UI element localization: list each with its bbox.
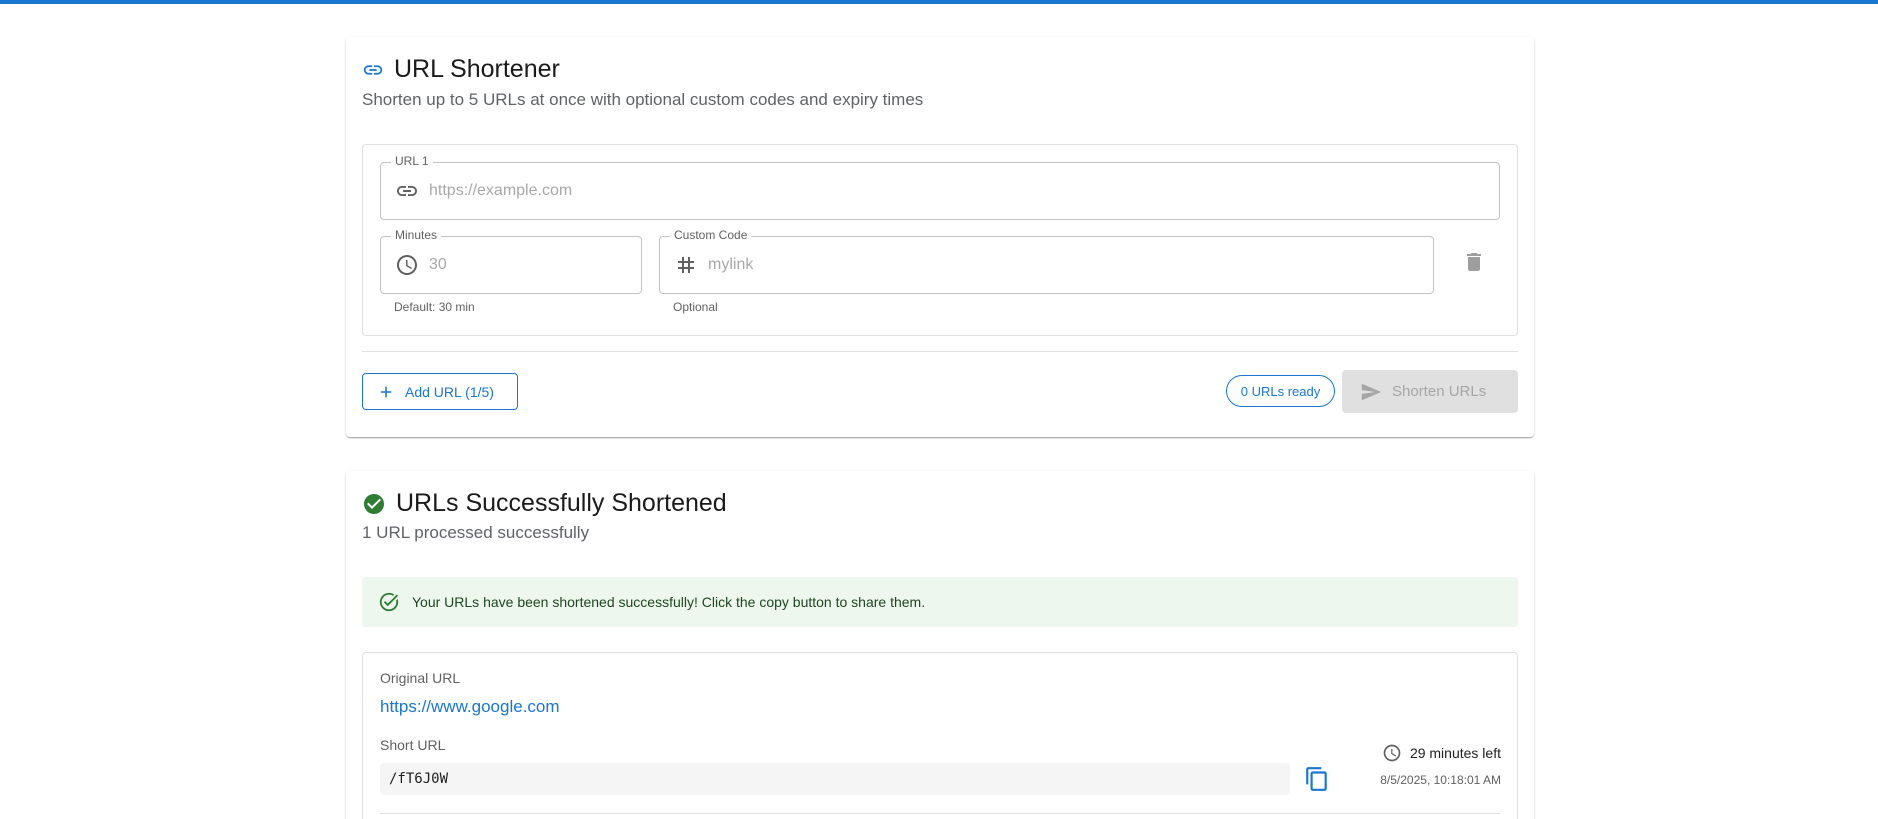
page-title: URL Shortener <box>394 55 560 83</box>
minutes-input-placeholder: 30 <box>429 256 447 273</box>
results-title: URLs Successfully Shortened <box>396 489 727 517</box>
url-input-label: URL 1 <box>391 154 433 168</box>
results-card: URLs Successfully Shortened 1 URL proces… <box>346 471 1534 819</box>
clock-icon <box>1382 743 1402 763</box>
result-item: Original URL https://www.google.com Shor… <box>362 652 1518 819</box>
link-icon <box>395 179 419 203</box>
item-divider <box>380 813 1500 814</box>
time-left-text: 29 minutes left <box>1409 745 1501 761</box>
short-url-value: /fT6J0W <box>389 771 449 787</box>
results-header: URLs Successfully Shortened <box>362 489 727 518</box>
check-circle-icon <box>362 492 386 516</box>
hash-icon <box>674 253 698 277</box>
task-alt-icon <box>378 591 400 613</box>
custom-code-helper-text: Optional <box>673 300 718 314</box>
url-shortener-card: URL Shortener Shorten up to 5 URLs at on… <box>346 37 1534 437</box>
top-accent-bar <box>0 0 1878 4</box>
url-entry-box: URL 1 https://example.com Minutes 30 Def… <box>362 144 1518 336</box>
original-url-link[interactable]: https://www.google.com <box>380 697 560 717</box>
short-url-label: Short URL <box>380 737 446 753</box>
card-header: URL Shortener <box>362 55 560 84</box>
plus-icon <box>377 383 395 401</box>
link-icon <box>362 59 384 81</box>
page-subtitle: Shorten up to 5 URLs at once with option… <box>362 90 924 109</box>
custom-code-input-placeholder: mylink <box>708 256 754 273</box>
short-url-field[interactable]: /fT6J0W <box>380 763 1290 795</box>
urls-ready-chip: 0 URLs ready <box>1226 375 1335 407</box>
copy-icon[interactable] <box>1304 766 1330 792</box>
shorten-urls-label: Shorten URLs <box>1392 383 1487 400</box>
custom-code-input-label: Custom Code <box>670 228 752 242</box>
expiry-timestamp: 8/5/2025, 10:18:01 AM <box>1380 773 1501 787</box>
clock-icon <box>395 253 419 277</box>
divider <box>362 351 1518 352</box>
url-input[interactable]: URL 1 https://example.com <box>380 154 1500 220</box>
send-icon <box>1360 381 1382 403</box>
minutes-input[interactable]: Minutes 30 <box>380 228 642 294</box>
results-subtitle: 1 URL processed successfully <box>362 523 590 542</box>
custom-code-input[interactable]: Custom Code mylink <box>659 228 1434 294</box>
add-url-label: Add URL (1/5) <box>405 383 494 400</box>
url-input-placeholder: https://example.com <box>429 182 573 199</box>
add-url-button[interactable]: Add URL (1/5) <box>362 373 518 410</box>
delete-icon[interactable] <box>1462 250 1486 274</box>
minutes-input-label: Minutes <box>391 228 442 242</box>
original-url-label: Original URL <box>380 670 461 686</box>
time-left-row: 29 minutes left <box>1382 743 1501 763</box>
success-alert-text: Your URLs have been shortened successful… <box>412 594 926 610</box>
urls-ready-label: 0 URLs ready <box>1240 383 1321 399</box>
minutes-helper-text: Default: 30 min <box>394 300 475 314</box>
shorten-urls-button[interactable]: Shorten URLs <box>1342 370 1518 413</box>
success-alert: Your URLs have been shortened successful… <box>362 577 1518 627</box>
